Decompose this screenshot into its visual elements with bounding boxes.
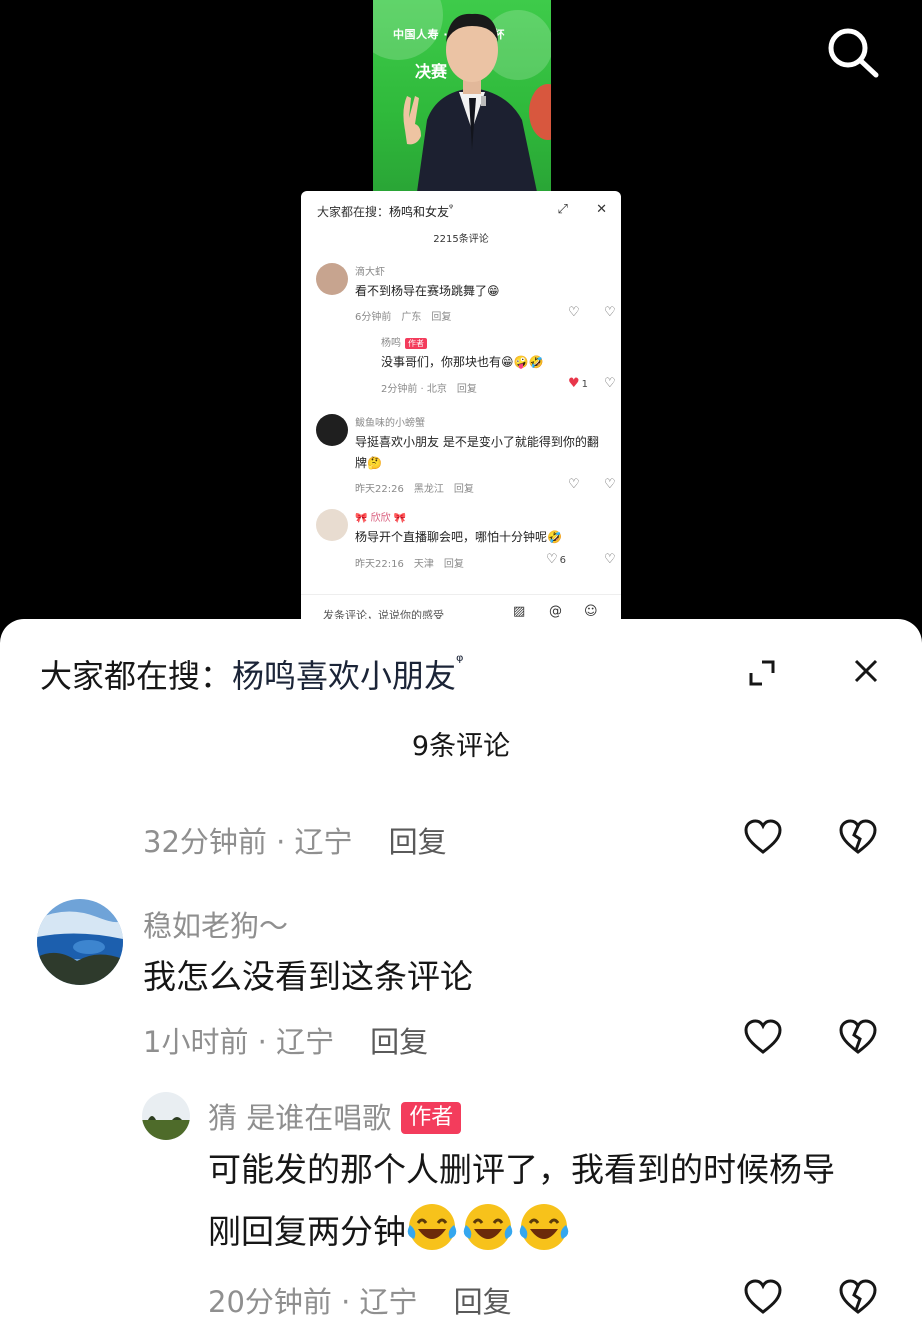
comment-time: 32分钟前 · 辽宁 [143, 825, 353, 859]
comment-author[interactable]: 🎀 欣欣 🎀 [355, 509, 406, 524]
avatar[interactable] [316, 509, 348, 541]
expand-icon[interactable]: ⤢ [558, 202, 568, 217]
comment-location: 天津 [413, 559, 434, 570]
reply-button[interactable]: 回复 [431, 312, 451, 323]
comment-text: 导挺喜欢小朋友 是不是变小了就能得到你的翻牌🤔 [355, 435, 599, 470]
heart-icon: ♡ [568, 477, 580, 492]
heart-filled-icon: ♥ [568, 376, 580, 391]
mini-comment: 滴大虾 看不到杨导在赛场跳舞了😁 6分钟前 广东 回复 ♡ ♡ [316, 263, 616, 323]
comment-time: 昨天22:16 [355, 559, 404, 570]
comment-author[interactable]: 稳如老狗～ [143, 903, 288, 945]
search-prefix: 大家都在搜： [40, 657, 233, 695]
reply-text-line2-row: 刚回复两分钟 [208, 1201, 835, 1263]
reply-text-line1: 可能发的那个人删评了，我看到的时候杨导 [208, 1150, 835, 1189]
comment-author[interactable]: 滴大虾 [355, 263, 385, 278]
author-badge: 作者 [401, 1102, 462, 1134]
emoji-icon[interactable]: ☺ [584, 604, 598, 619]
broken-heart-icon: ♡ [604, 376, 616, 391]
mini-comment-count: 2215条评论 [433, 234, 489, 245]
broken-heart-icon[interactable] [838, 1018, 878, 1056]
reply-author: 猜 是谁在唱歌 作者 [208, 1095, 462, 1137]
comment-text: 杨导开个直播聊会吧，哪怕十分钟呢🤣 [355, 530, 562, 544]
mini-search-term[interactable]: 杨鸣和女友 [389, 205, 449, 219]
heart-icon: ♡ [568, 305, 580, 320]
like-button[interactable]: ♡ 6 [546, 552, 566, 567]
close-icon[interactable]: ✕ [596, 202, 607, 217]
at-icon[interactable]: @ [549, 604, 562, 619]
mini-search-prefix: 大家都在搜： [317, 205, 390, 219]
comment-author[interactable]: 杨鸣 [381, 338, 401, 349]
comment-text: 看不到杨导在赛场跳舞了😁 [355, 284, 500, 298]
mini-comment: 🎀 欣欣 🎀 杨导开个直播聊会吧，哪怕十分钟呢🤣 昨天22:16 天津 回复 ♡ 6 … [316, 509, 616, 570]
reply-author-name[interactable]: 猜 是谁在唱歌 [208, 1101, 391, 1135]
dislike-button[interactable]: ♡ [604, 305, 616, 320]
avatar[interactable] [37, 899, 123, 985]
comment-count: 9条评论 [411, 731, 511, 762]
heart-icon[interactable] [743, 1018, 783, 1056]
mini-reply: 杨鸣 作者 没事哥们，你那块也有😁🤪🤣 2分钟前 · 北京 回复 ♥ 1 ♡ [357, 334, 617, 395]
mini-search-hint[interactable]: 大家都在搜：杨鸣和女友ᵠ [317, 203, 453, 220]
comment-meta: 32分钟前 · 辽宁 回复 [143, 819, 447, 861]
video-thumbnail[interactable]: 中国人寿 · · · 乐部杯 决赛 [373, 0, 551, 192]
dislike-button[interactable]: ♡ [604, 477, 616, 492]
reply-button[interactable]: 回复 [454, 1285, 512, 1319]
comment-location: 黑龙江 [413, 484, 444, 495]
avatar[interactable] [316, 263, 348, 295]
lake-landscape-image [37, 899, 123, 985]
reply-button[interactable]: 回复 [444, 559, 464, 570]
dislike-button[interactable]: ♡ [604, 552, 616, 567]
comment-time: 1小时前 · 辽宁 [143, 1025, 335, 1059]
broken-heart-icon: ♡ [604, 552, 616, 567]
search-hint[interactable]: 大家都在搜：杨鸣喜欢小朋友ᵠ [40, 651, 464, 697]
like-button[interactable]: ♥ 1 [568, 376, 588, 391]
comment-text: 没事哥们，你那块也有😁🤪🤣 [381, 355, 544, 369]
heart-icon: ♡ [546, 552, 558, 567]
comment-text: 我怎么没看到这条评论 [143, 957, 473, 996]
laughing-crying-emoji-icon [463, 1204, 513, 1250]
comment-time: 2分钟前 · 北京 [381, 384, 447, 395]
laughing-crying-emoji-icon [407, 1204, 457, 1250]
comment-author[interactable]: 鲅鱼味的小螃蟹 [355, 414, 425, 429]
search-term-link[interactable]: 杨鸣喜欢小朋友 [232, 657, 456, 695]
mini-comment-panel: 大家都在搜：杨鸣和女友ᵠ ⤢ ✕ 2215条评论 滴大虾 看不到杨导在赛场跳舞了… [301, 191, 621, 622]
reply-avatar[interactable] [142, 1092, 190, 1140]
dislike-button[interactable]: ♡ [604, 376, 616, 391]
expand-icon[interactable] [748, 659, 776, 687]
reply-time: 20分钟前 · 辽宁 [208, 1285, 418, 1319]
reply-text-line2: 刚回复两分钟 [208, 1212, 406, 1251]
reply-meta: 20分钟前 · 辽宁 回复 [208, 1279, 512, 1321]
heart-icon[interactable] [743, 818, 783, 856]
comment-input-bar[interactable]: 发条评论，说说你的感受 ▨ @ ☺ [301, 594, 621, 622]
person-figure [403, 13, 537, 192]
avatar[interactable] [316, 414, 348, 446]
search-suggest-icon: ᵠ [456, 651, 464, 672]
like-count: 1 [581, 379, 589, 390]
laughing-crying-emoji-icon [519, 1204, 569, 1250]
comment-meta: 1小时前 · 辽宁 回复 [143, 1019, 428, 1061]
author-tag: 作者 [405, 338, 427, 349]
reply-button[interactable]: 回复 [454, 484, 474, 495]
broken-heart-icon[interactable] [838, 1278, 878, 1316]
comment-time: 昨天22:26 [355, 484, 404, 495]
mini-search-icon: ᵠ [449, 203, 454, 214]
reply-button[interactable]: 回复 [457, 384, 477, 395]
broken-heart-icon: ♡ [604, 477, 616, 492]
comment-location: 广东 [401, 312, 422, 323]
field-landscape-image [142, 1092, 190, 1140]
author-avatar[interactable] [357, 334, 375, 352]
broken-heart-icon: ♡ [604, 305, 616, 320]
like-button[interactable]: ♡ [568, 477, 580, 492]
broken-heart-icon[interactable] [838, 818, 878, 856]
like-button[interactable]: ♡ [568, 305, 580, 320]
heart-icon[interactable] [743, 1278, 783, 1316]
comment-time: 6分钟前 [355, 312, 392, 323]
reply-text: 可能发的那个人删评了，我看到的时候杨导 刚回复两分钟 [208, 1139, 835, 1263]
mini-comment: 鲅鱼味的小螃蟹 导挺喜欢小朋友 是不是变小了就能得到你的翻牌🤔 昨天22:26 黑… [316, 414, 616, 495]
image-icon[interactable]: ▨ [513, 604, 525, 619]
close-icon[interactable] [852, 657, 880, 685]
reply-button[interactable]: 回复 [370, 1025, 428, 1059]
like-count: 6 [559, 555, 567, 566]
search-icon[interactable] [824, 24, 880, 80]
reply-button[interactable]: 回复 [389, 825, 447, 859]
